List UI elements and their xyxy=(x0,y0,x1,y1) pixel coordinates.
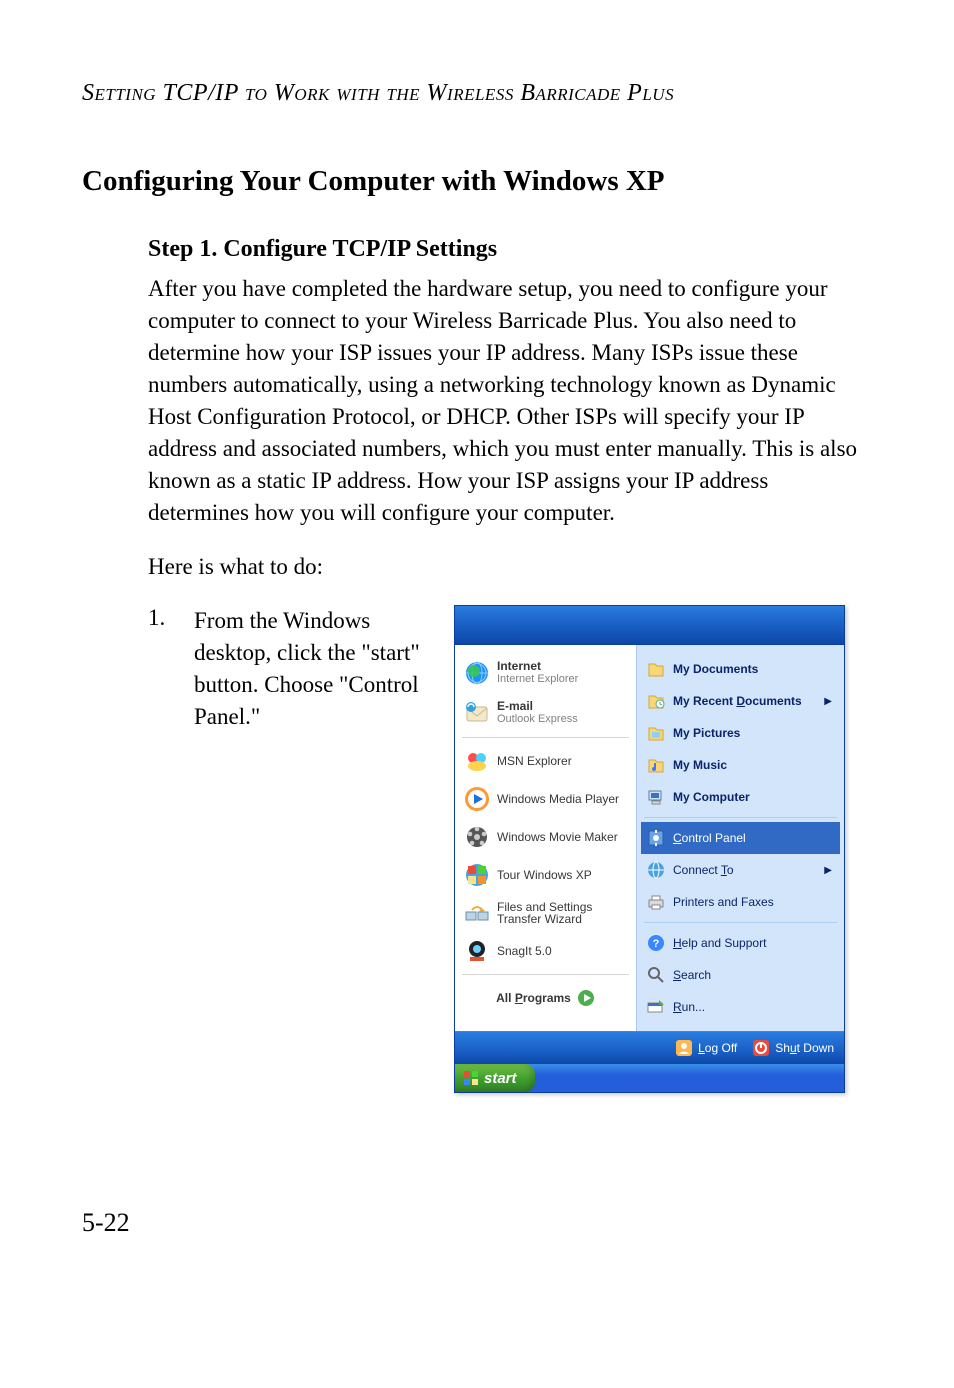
recent-snagit[interactable]: SnagIt 5.0 xyxy=(459,932,632,970)
right-connect-to[interactable]: Connect To ▶ xyxy=(641,854,840,886)
start-menu-right-col: My Documents My Recent Documents ▶ My Pi… xyxy=(636,645,844,1031)
submenu-arrow-icon: ▶ xyxy=(822,865,836,876)
recent-snagit-label: SnagIt 5.0 xyxy=(497,944,552,958)
right-my-music[interactable]: My Music xyxy=(641,749,840,781)
section-title: Configuring Your Computer with Windows X… xyxy=(82,165,872,198)
mydocs-icon xyxy=(645,658,667,680)
shutdown-icon xyxy=(751,1038,771,1058)
start-button-label: start xyxy=(484,1070,517,1087)
recent-icon xyxy=(645,690,667,712)
all-programs-label: All Programs xyxy=(496,991,571,1005)
start-menu-user-banner xyxy=(455,606,844,645)
separator xyxy=(644,922,837,923)
search-icon xyxy=(645,964,667,986)
recent-wmm-label: Windows Movie Maker xyxy=(497,830,618,844)
all-programs[interactable]: All Programs xyxy=(459,979,632,1017)
snagit-icon xyxy=(463,937,491,965)
wmp-icon xyxy=(463,785,491,813)
recent-wmp[interactable]: Windows Media Player xyxy=(459,780,632,818)
running-head: Setting TCP/IP to Work with the Wireless… xyxy=(82,80,872,107)
windows-flag-icon xyxy=(463,1070,479,1086)
msn-icon xyxy=(463,747,491,775)
recent-tour[interactable]: Tour Windows XP xyxy=(459,856,632,894)
internet-icon xyxy=(463,659,491,687)
right-connect-to-label: Connect To xyxy=(673,863,734,877)
taskbar: start xyxy=(455,1064,844,1092)
shutdown-button[interactable]: Shut Down xyxy=(747,1036,838,1060)
start-menu-left-col: Internet Internet Explorer E-mail Outloo… xyxy=(455,645,636,1031)
list-text: From the Windows desktop, click the "sta… xyxy=(194,605,454,733)
right-my-music-label: My Music xyxy=(673,758,727,772)
right-printers-faxes-label: Printers and Faxes xyxy=(673,895,774,909)
start-menu-bottom-bar: Log Off Shut Down xyxy=(455,1031,844,1064)
step-body: After you have completed the hardware se… xyxy=(148,273,872,529)
right-control-panel[interactable]: Control Panel xyxy=(641,822,840,854)
right-help-support[interactable]: ? Help and Support xyxy=(641,927,840,959)
recent-tour-label: Tour Windows XP xyxy=(497,868,592,882)
right-recent-documents[interactable]: My Recent Documents ▶ xyxy=(641,685,840,717)
right-search[interactable]: Search xyxy=(641,959,840,991)
help-icon: ? xyxy=(645,932,667,954)
right-control-panel-label: Control Panel xyxy=(673,831,746,845)
right-my-documents-label: My Documents xyxy=(673,662,758,676)
right-my-documents[interactable]: My Documents xyxy=(641,653,840,685)
right-my-computer-label: My Computer xyxy=(673,790,750,804)
email-icon xyxy=(463,699,491,727)
fstw-icon xyxy=(463,899,491,927)
pinned-internet[interactable]: Internet Internet Explorer xyxy=(459,653,632,693)
right-my-computer[interactable]: My Computer xyxy=(641,781,840,813)
right-run[interactable]: Run... xyxy=(641,991,840,1023)
recent-wmm[interactable]: Windows Movie Maker xyxy=(459,818,632,856)
right-my-pictures-label: My Pictures xyxy=(673,726,740,740)
pinned-email-sub: Outlook Express xyxy=(497,713,578,726)
start-menu: Internet Internet Explorer E-mail Outloo… xyxy=(454,605,845,1093)
step-leadin: Here is what to do: xyxy=(148,551,872,583)
right-help-label: Help and Support xyxy=(673,936,766,950)
logoff-label: Log Off xyxy=(698,1041,737,1055)
pictures-icon xyxy=(645,722,667,744)
start-button[interactable]: start xyxy=(455,1064,535,1092)
right-search-label: Search xyxy=(673,968,711,982)
right-printers-faxes[interactable]: Printers and Faxes xyxy=(641,886,840,918)
control-panel-icon xyxy=(645,827,667,849)
recent-wmp-label: Windows Media Player xyxy=(497,792,619,806)
recent-fstw[interactable]: Files and Settings Transfer Wizard xyxy=(459,894,632,932)
pinned-internet-sub: Internet Explorer xyxy=(497,673,578,686)
page-number: 5-22 xyxy=(82,1208,130,1238)
computer-icon xyxy=(645,786,667,808)
wmm-icon xyxy=(463,823,491,851)
shutdown-label: Shut Down xyxy=(775,1041,834,1055)
recent-msn-label: MSN Explorer xyxy=(497,754,572,768)
right-recent-documents-label: My Recent Documents xyxy=(673,694,802,708)
list-number: 1. xyxy=(148,605,194,631)
list-item-1: 1. From the Windows desktop, click the "… xyxy=(148,605,872,1093)
step-heading: Step 1. Configure TCP/IP Settings xyxy=(148,236,872,263)
pinned-internet-title: Internet xyxy=(497,660,578,673)
logoff-icon xyxy=(674,1038,694,1058)
run-icon xyxy=(645,996,667,1018)
separator xyxy=(644,817,837,818)
tour-icon xyxy=(463,861,491,889)
music-icon xyxy=(645,754,667,776)
svg-text:?: ? xyxy=(653,938,660,950)
submenu-arrow-icon: ▶ xyxy=(822,696,836,707)
separator xyxy=(462,974,629,975)
recent-fstw-label: Files and Settings Transfer Wizard xyxy=(497,901,628,925)
pinned-email[interactable]: E-mail Outlook Express xyxy=(459,693,632,733)
separator xyxy=(462,737,629,738)
all-programs-arrow-icon xyxy=(577,989,595,1007)
recent-msn-explorer[interactable]: MSN Explorer xyxy=(459,742,632,780)
right-my-pictures[interactable]: My Pictures xyxy=(641,717,840,749)
connect-icon xyxy=(645,859,667,881)
pinned-email-title: E-mail xyxy=(497,700,578,713)
right-run-label: Run... xyxy=(673,1000,705,1014)
printers-icon xyxy=(645,891,667,913)
logoff-button[interactable]: Log Off xyxy=(670,1036,741,1060)
